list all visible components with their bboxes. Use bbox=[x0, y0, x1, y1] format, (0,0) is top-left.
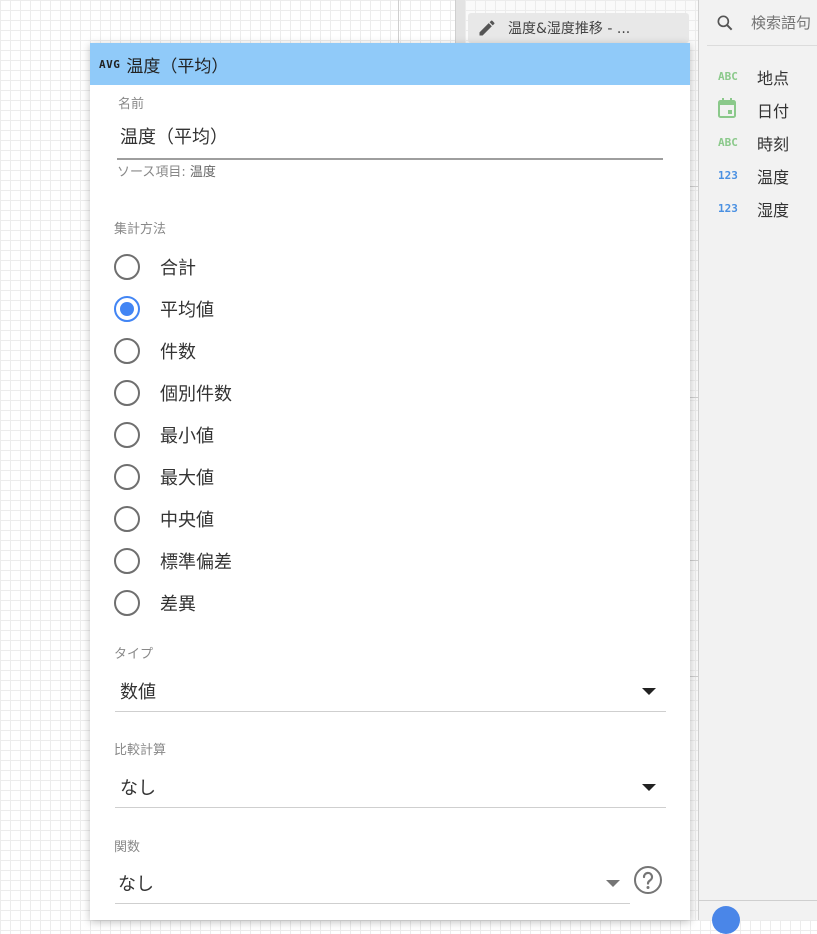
radio-label: 中央値 bbox=[160, 510, 214, 531]
dropdown-arrow-icon[interactable] bbox=[642, 783, 656, 791]
field-item-humidity[interactable]: 123 湿度 bbox=[699, 192, 817, 225]
avatar[interactable] bbox=[712, 906, 740, 934]
radio-median[interactable]: 中央値 bbox=[114, 501, 214, 537]
radio-distinct-count[interactable]: 個別件数 bbox=[114, 375, 232, 411]
text-type-icon: ABC bbox=[718, 70, 738, 83]
search-icon bbox=[713, 11, 737, 35]
type-select-value: 数値 bbox=[120, 682, 156, 703]
canvas-gridline bbox=[690, 560, 698, 561]
radio-label: 最大値 bbox=[160, 468, 214, 489]
field-name: 温度 bbox=[757, 167, 790, 187]
type-label: タイプ bbox=[114, 647, 154, 662]
report-chip[interactable]: 温度&湿度推移 - ... bbox=[468, 13, 689, 43]
text-type-icon: ABC bbox=[718, 136, 738, 149]
number-type-icon: 123 bbox=[718, 169, 738, 182]
radio-button[interactable] bbox=[114, 338, 140, 364]
radio-count[interactable]: 件数 bbox=[114, 333, 196, 369]
aggregation-badge: AVG bbox=[99, 57, 121, 71]
pencil-icon[interactable] bbox=[476, 17, 498, 39]
radio-sum[interactable]: 合計 bbox=[114, 249, 196, 285]
canvas-gridline bbox=[690, 676, 698, 677]
type-select[interactable]: 数値 bbox=[115, 671, 666, 712]
report-chip-label: 温度&湿度推移 - ... bbox=[508, 21, 631, 37]
function-select[interactable]: なし bbox=[115, 863, 630, 904]
radio-button[interactable] bbox=[114, 380, 140, 406]
field-search bbox=[707, 0, 817, 46]
radio-average[interactable]: 平均値 bbox=[114, 291, 214, 327]
panel-divider bbox=[698, 900, 817, 901]
radio-min[interactable]: 最小値 bbox=[114, 417, 214, 453]
comparison-label: 比較計算 bbox=[114, 743, 167, 758]
source-field-info: ソース項目: 温度 bbox=[117, 161, 216, 180]
radio-label: 差異 bbox=[160, 594, 196, 615]
canvas-divider bbox=[398, 0, 399, 45]
dialog-header: AVG 温度（平均） bbox=[90, 43, 690, 85]
number-type-icon: 123 bbox=[718, 202, 738, 215]
calendar-icon bbox=[718, 98, 742, 121]
aggregation-label: 集計方法 bbox=[114, 222, 167, 237]
field-name: 時刻 bbox=[757, 134, 790, 154]
radio-button[interactable] bbox=[114, 506, 140, 532]
source-label: ソース項目: bbox=[117, 165, 186, 180]
field-name: 地点 bbox=[757, 68, 790, 88]
field-list: ABC 地点 日付 ABC 時刻 123 温度 123 湿度 bbox=[699, 60, 817, 225]
radio-button[interactable] bbox=[114, 548, 140, 574]
radio-std-dev[interactable]: 標準偏差 bbox=[114, 543, 232, 579]
name-input[interactable] bbox=[117, 118, 666, 154]
radio-button[interactable] bbox=[114, 590, 140, 616]
field-name: 湿度 bbox=[757, 200, 790, 220]
comparison-select[interactable]: なし bbox=[115, 767, 666, 808]
field-item-location[interactable]: ABC 地点 bbox=[699, 60, 817, 93]
radio-button[interactable] bbox=[114, 422, 140, 448]
canvas-gridline bbox=[690, 397, 698, 398]
dialog-title: 温度（平均） bbox=[126, 56, 229, 77]
radio-label: 最小値 bbox=[160, 426, 214, 447]
radio-label: 個別件数 bbox=[160, 384, 232, 405]
name-label: 名前 bbox=[118, 97, 145, 112]
function-label: 関数 bbox=[114, 840, 141, 855]
field-item-date[interactable]: 日付 bbox=[699, 93, 817, 126]
radio-button-selected[interactable] bbox=[114, 296, 140, 322]
comparison-select-value: なし bbox=[120, 778, 156, 799]
radio-label: 標準偏差 bbox=[160, 552, 232, 573]
dropdown-arrow-icon[interactable] bbox=[642, 687, 656, 695]
function-select-value: なし bbox=[118, 874, 154, 895]
field-panel: ABC 地点 日付 ABC 時刻 123 温度 123 湿度 bbox=[698, 0, 817, 920]
radio-max[interactable]: 最大値 bbox=[114, 459, 214, 495]
radio-label: 件数 bbox=[160, 342, 196, 363]
field-item-temperature[interactable]: 123 温度 bbox=[699, 159, 817, 192]
source-value: 温度 bbox=[189, 165, 216, 180]
help-icon[interactable] bbox=[633, 865, 663, 895]
radio-dot bbox=[120, 302, 134, 316]
field-item-time[interactable]: ABC 時刻 bbox=[699, 126, 817, 159]
radio-button[interactable] bbox=[114, 254, 140, 280]
radio-label: 合計 bbox=[160, 258, 196, 279]
field-edit-dialog: AVG 温度（平均） 名前 ソース項目: 温度 集計方法 合計 平均値 件数 個… bbox=[90, 43, 690, 920]
radio-variance[interactable]: 差異 bbox=[114, 585, 196, 621]
canvas-gridline bbox=[690, 186, 698, 187]
radio-button[interactable] bbox=[114, 464, 140, 490]
field-name: 日付 bbox=[757, 101, 790, 121]
search-input[interactable] bbox=[751, 13, 811, 32]
dropdown-arrow-icon[interactable] bbox=[606, 879, 620, 887]
name-field bbox=[117, 118, 666, 160]
radio-label: 平均値 bbox=[160, 300, 214, 321]
